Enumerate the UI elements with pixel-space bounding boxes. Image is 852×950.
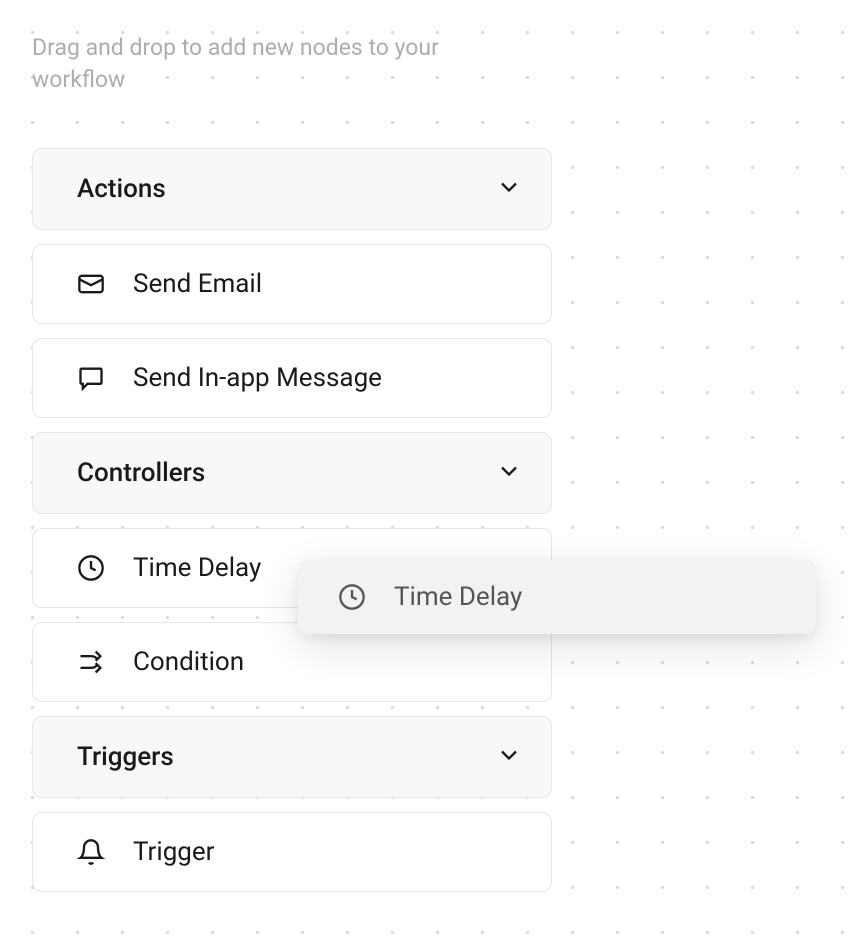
palette-hint-text: Drag and drop to add new nodes to your w… — [32, 32, 472, 96]
node-label: Send Email — [133, 269, 262, 299]
node-send-email[interactable]: Send Email — [32, 244, 552, 324]
group-label-actions: Actions — [77, 174, 166, 204]
group-header-controllers[interactable]: Controllers — [32, 432, 552, 514]
node-label: Time Delay — [394, 582, 522, 612]
group-label-controllers: Controllers — [77, 458, 205, 488]
branch-icon — [77, 648, 105, 676]
node-trigger[interactable]: Trigger — [32, 812, 552, 892]
node-label: Condition — [133, 647, 244, 677]
chevron-down-icon — [495, 741, 523, 773]
node-condition[interactable]: Condition — [32, 622, 552, 702]
group-header-triggers[interactable]: Triggers — [32, 716, 552, 798]
bell-icon — [77, 838, 105, 866]
message-icon — [77, 364, 105, 392]
node-label: Trigger — [133, 837, 215, 867]
chevron-down-icon — [495, 457, 523, 489]
group-header-actions[interactable]: Actions — [32, 148, 552, 230]
group-label-triggers: Triggers — [77, 742, 174, 772]
node-send-in-app-message[interactable]: Send In-app Message — [32, 338, 552, 418]
clock-icon — [338, 583, 366, 611]
node-label: Send In-app Message — [133, 363, 382, 393]
dragging-node-ghost[interactable]: Time Delay — [298, 560, 816, 634]
chevron-down-icon — [495, 173, 523, 205]
node-palette-sidebar: Drag and drop to add new nodes to your w… — [0, 0, 584, 924]
node-label: Time Delay — [133, 553, 261, 583]
mail-icon — [77, 270, 105, 298]
clock-icon — [77, 554, 105, 582]
